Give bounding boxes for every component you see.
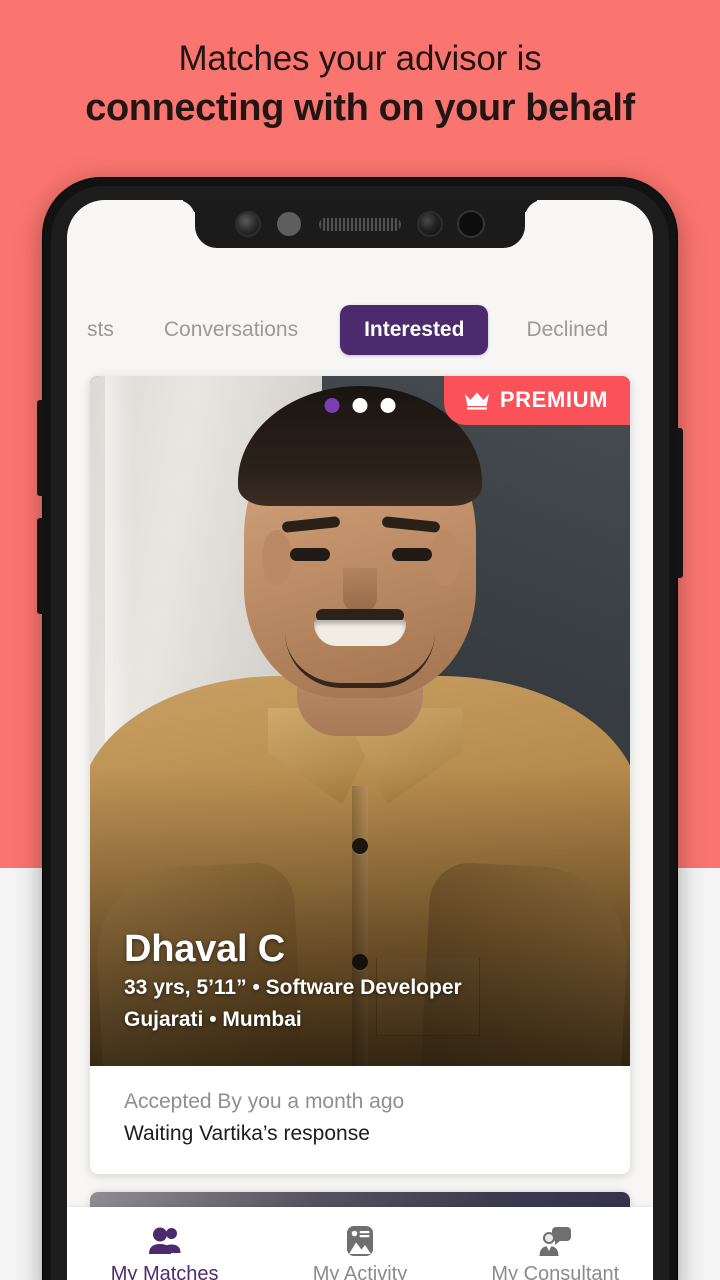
profile-name: Dhaval C	[124, 928, 286, 970]
proximity-sensor-icon	[277, 212, 301, 236]
nav-item-my-activity[interactable]: My Activity	[262, 1224, 457, 1280]
tab-requests[interactable]: sts	[83, 318, 118, 342]
carousel-dot-3[interactable]	[380, 398, 396, 413]
front-camera-icon	[419, 213, 441, 235]
tab-declined[interactable]: Declined	[522, 318, 612, 342]
subject-nose	[343, 568, 377, 614]
headline-line-1: Matches your advisor is	[178, 39, 542, 78]
status-accepted-text: Accepted By you a month ago	[124, 1090, 405, 1113]
photo-icon	[345, 1224, 375, 1258]
light-sensor-icon	[459, 212, 483, 236]
nav-label-my-consultant: My Consultant	[491, 1263, 620, 1280]
bottom-navigation-bar: My Matches My Activity My Consultant	[67, 1207, 653, 1280]
headline-line-2: connecting with on your behalf	[85, 87, 635, 129]
premium-badge-label: PREMIUM	[499, 387, 608, 412]
subject-ear-right	[430, 530, 460, 586]
phone-notch	[195, 200, 525, 248]
subject-eye-left	[290, 548, 330, 561]
matches-tab-bar: sts Conversations Interested Declined	[67, 292, 653, 368]
match-card-list: PREMIUM Dhaval C 33 yrs, 5’11” • Softwar…	[67, 376, 653, 1280]
status-waiting-text: Waiting Vartika’s response	[124, 1122, 370, 1145]
people-icon	[147, 1224, 183, 1258]
profile-details-line-2: Gujarati • Mumbai	[124, 1008, 302, 1031]
volume-up-button[interactable]	[37, 400, 45, 496]
nav-item-my-consultant[interactable]: My Consultant	[458, 1224, 653, 1280]
profile-details-line-1: 33 yrs, 5’11” • Software Developer	[124, 976, 462, 999]
photo-carousel-dots	[324, 398, 396, 413]
nav-label-my-activity: My Activity	[312, 1263, 408, 1280]
subject-eye-right	[392, 548, 432, 561]
phone-mockup: sts Conversations Interested Declined PR…	[37, 178, 683, 1280]
carousel-dot-2[interactable]	[352, 398, 368, 413]
profile-photo[interactable]: PREMIUM Dhaval C 33 yrs, 5’11” • Softwar…	[90, 376, 630, 1066]
phone-screen: sts Conversations Interested Declined PR…	[67, 200, 653, 1280]
subject-ear-left	[262, 530, 292, 586]
premium-badge: PREMIUM	[443, 376, 630, 425]
nav-label-my-matches: My Matches	[110, 1263, 219, 1280]
earpiece-speaker-icon	[319, 217, 401, 231]
nav-item-my-matches[interactable]: My Matches	[67, 1224, 262, 1280]
match-card[interactable]: PREMIUM Dhaval C 33 yrs, 5’11” • Softwar…	[90, 376, 630, 1174]
carousel-dot-1[interactable]	[324, 398, 340, 413]
ir-camera-icon	[237, 213, 259, 235]
promo-headline: Matches your advisor is connecting with …	[0, 36, 720, 134]
consultant-icon	[538, 1224, 572, 1258]
match-status-strip: Accepted By you a month ago Waiting Vart…	[90, 1066, 630, 1174]
power-button[interactable]	[675, 428, 683, 578]
tab-conversations[interactable]: Conversations	[160, 318, 302, 342]
profile-summary: Dhaval C 33 yrs, 5’11” • Software Develo…	[124, 926, 462, 1036]
tab-interested[interactable]: Interested	[340, 305, 489, 355]
volume-down-button[interactable]	[37, 518, 45, 614]
crown-icon	[464, 392, 489, 410]
